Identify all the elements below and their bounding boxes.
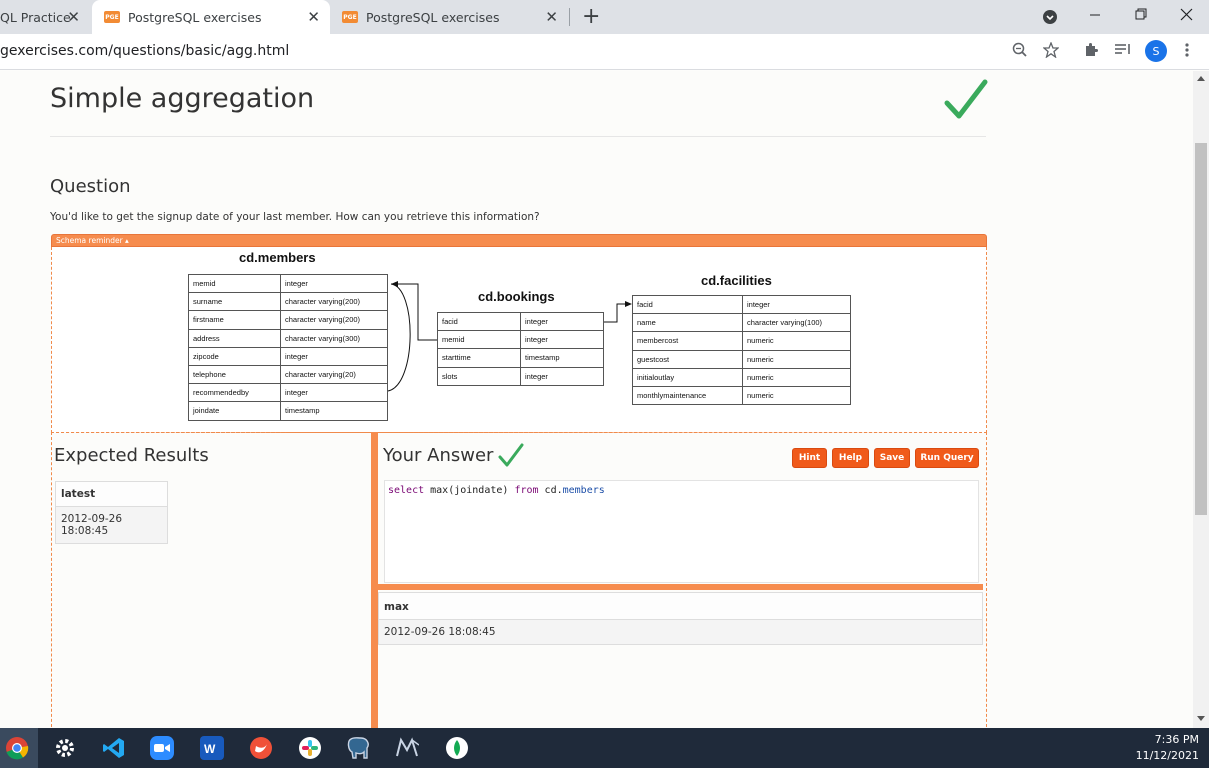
mongodb-compass-icon[interactable] — [445, 736, 469, 760]
hint-button[interactable]: Hint — [792, 448, 827, 468]
schema-reminder-toggle[interactable]: Schema reminder ▴ — [51, 234, 987, 247]
reading-list-icon[interactable] — [1114, 42, 1132, 58]
sql-keyword: select — [388, 485, 425, 496]
correct-checkmark-icon — [498, 443, 524, 467]
question-heading: Question — [50, 176, 131, 197]
relationship-lines — [387, 281, 632, 392]
solved-checkmark-icon — [944, 79, 988, 119]
page-content: Simple aggregation Question You'd like t… — [0, 71, 1193, 728]
page-scrollbar[interactable] — [1193, 71, 1209, 728]
tab-label: PostgreSQL exercises — [128, 9, 262, 25]
expected-results-panel: Expected Results latest 2012-09-26 18:08… — [51, 432, 371, 728]
column-header: latest — [56, 482, 167, 507]
word-icon[interactable]: W — [200, 736, 224, 760]
svg-text:W: W — [204, 742, 216, 755]
expected-results-heading: Expected Results — [54, 445, 209, 466]
close-tab-icon[interactable]: ✕ — [67, 8, 80, 26]
run-query-button[interactable]: Run Query — [915, 448, 979, 468]
scroll-up-icon[interactable] — [1197, 75, 1205, 81]
new-tab-button[interactable]: + — [582, 4, 600, 29]
zoom-app-icon[interactable] — [150, 736, 174, 760]
pge-favicon-icon: PGE — [104, 11, 120, 23]
swift-icon[interactable] — [249, 736, 273, 760]
address-toolbar: gexercises.com/questions/basic/agg.html … — [0, 34, 1209, 70]
schema-diagram: cd.members memid integer surname character… — [51, 247, 987, 433]
tab-label: PostgreSQL exercises — [366, 9, 500, 25]
pgadmin-elephant-icon[interactable] — [346, 736, 370, 760]
tab-label: QL Practice — [0, 9, 71, 25]
close-window-icon[interactable] — [1180, 8, 1193, 21]
sql-identifier: members — [562, 485, 605, 496]
url-bar[interactable]: gexercises.com/questions/basic/agg.html — [0, 43, 289, 59]
extensions-puzzle-icon[interactable] — [1083, 42, 1099, 58]
title-divider — [50, 136, 986, 137]
tab-postgresql-active[interactable]: PGE PostgreSQL exercises ✕ — [92, 0, 330, 34]
pge-favicon-icon: PGE — [342, 11, 358, 23]
restore-icon[interactable] — [1135, 8, 1147, 20]
column-header: max — [379, 593, 982, 620]
minimize-icon[interactable] — [1089, 9, 1101, 23]
clock-date: 11/12/2021 — [1135, 749, 1199, 762]
mysql-workbench-icon[interactable] — [395, 736, 419, 760]
kebab-menu-icon[interactable] — [1183, 42, 1191, 58]
scroll-down-icon[interactable] — [1197, 716, 1205, 722]
bookmark-star-icon[interactable] — [1043, 42, 1059, 58]
tab-search-icon[interactable] — [1042, 9, 1058, 25]
your-answer-heading: Your Answer — [383, 445, 494, 466]
table-cell: 2012-09-26 18:08:45 — [379, 620, 982, 644]
vertical-splitter[interactable] — [371, 432, 378, 728]
sql-editor[interactable]: select max(joindate) from cd.members — [384, 480, 979, 583]
question-text: You'd like to get the signup date of you… — [50, 211, 540, 223]
save-button[interactable]: Save — [874, 448, 910, 468]
close-tab-icon[interactable]: ✕ — [545, 8, 558, 26]
sql-text: max(joindate) — [424, 485, 515, 496]
taskbar: W 7:36 PM 11/12/2021 — [0, 728, 1209, 768]
close-tab-icon[interactable]: ✕ — [307, 8, 320, 26]
tab-strip: QL Practice ✕ PGE PostgreSQL exercises ✕… — [0, 0, 1209, 34]
tab-separator — [569, 8, 570, 26]
tab-sql-practice[interactable]: QL Practice ✕ — [0, 0, 90, 34]
profile-avatar[interactable]: S — [1145, 40, 1167, 62]
horizontal-splitter[interactable] — [378, 584, 983, 590]
chrome-icon[interactable] — [5, 736, 29, 760]
sql-keyword: from — [514, 485, 539, 496]
clock-time: 7:36 PM — [1154, 733, 1199, 746]
system-clock[interactable]: 7:36 PM 11/12/2021 — [1136, 732, 1199, 764]
scrollbar-thumb[interactable] — [1195, 143, 1207, 515]
tab-postgresql[interactable]: PGE PostgreSQL exercises ✕ — [332, 0, 568, 34]
help-button[interactable]: Help — [832, 448, 869, 468]
query-results-table: max 2012-09-26 18:08:45 — [378, 592, 983, 645]
expected-results-table: latest 2012-09-26 18:08:45 — [55, 481, 168, 544]
page-title: Simple aggregation — [50, 83, 315, 114]
zoom-icon[interactable] — [1012, 42, 1028, 58]
slack-icon[interactable] — [298, 736, 322, 760]
table-cell: 2012-09-26 18:08:45 — [56, 507, 167, 543]
vscode-icon[interactable] — [102, 736, 126, 760]
sql-text: cd. — [538, 485, 563, 496]
settings-gear-icon[interactable] — [53, 736, 77, 760]
